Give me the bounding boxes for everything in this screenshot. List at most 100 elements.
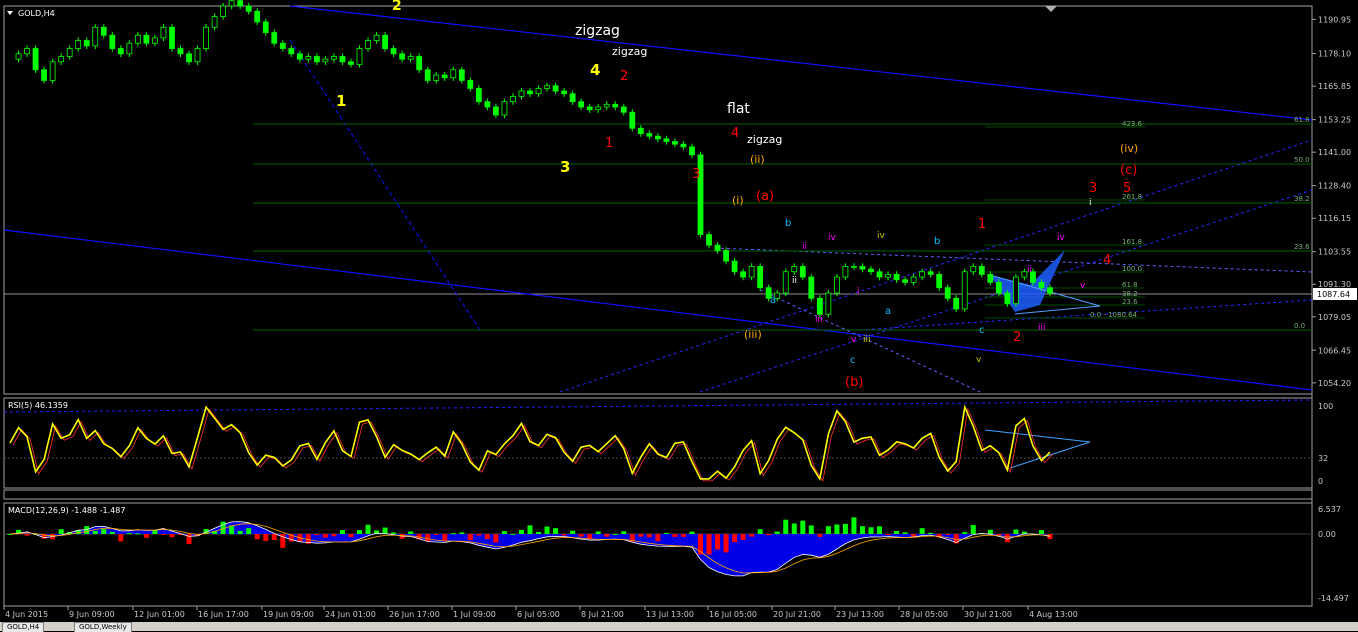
macd-histogram-bar [339,530,345,534]
wave-label: zigzag [575,23,620,39]
fib-level-label: 38.2 [1294,195,1310,203]
rsi-triangle-line-1 [1009,441,1091,469]
wave-label: iv [1057,233,1066,243]
candle-body [254,10,261,23]
current-price-label: 1087.64 [1317,290,1350,299]
macd-histogram-bar [493,534,499,543]
fib-level-label: 0.0 [1294,322,1305,330]
wave-label: (iii) [744,328,762,341]
rsi-signal-line [12,407,1054,482]
candle-body [927,271,934,275]
macd-histogram-bar [322,534,328,538]
macd-histogram-bar [621,531,627,534]
macd-histogram-bar [791,523,797,534]
x-tick-label: 13 Jul 13:00 [646,610,694,619]
candle-body [629,111,636,129]
macd-histogram-bar [919,528,925,534]
macd-histogram-bar [331,534,337,537]
macd-histogram-bar [143,534,149,538]
wave-label: (ii) [750,153,765,166]
candle-body [177,48,184,55]
macd-title: MACD(12,26,9) -1.488 -1.487 [8,506,125,515]
candle-body [169,26,175,49]
macd-histogram-bar [536,531,542,534]
x-tick-label: 4 Jun 2015 [5,610,48,619]
rsi-triangle-line-2 [984,429,1091,443]
wave-label: (a) [756,189,774,204]
wave-label: iv [877,231,886,241]
candle-body [689,146,695,156]
dotted-trend-2 [559,139,1313,393]
candle-body [186,53,192,63]
candle-body [851,266,857,268]
macd-histogram-bar [92,530,98,534]
fib-ext-label: 423.6 [1122,120,1143,128]
fib-level-label: 50.0 [1294,156,1310,164]
candle-body [595,106,602,111]
candle-body [279,42,286,49]
candle-body [24,48,30,55]
wave-label: iii [815,315,823,325]
macd-histogram-bar [732,534,738,543]
candle-body [433,74,440,81]
price-tick-label: 1103.55 [1318,248,1351,257]
wave-label: iii [863,335,871,345]
macd-histogram-bar [246,528,252,534]
macd-histogram-bar [237,530,243,534]
wave-label: ii [802,242,807,252]
macd-histogram-bar [1047,534,1053,540]
x-tick-label: 28 Jul 05:00 [900,610,948,619]
macd-histogram-bar [348,534,354,538]
price-tick-label: 1066.45 [1318,346,1351,355]
price-tick-label: 1165.85 [1318,82,1351,91]
macd-histogram-bar [868,527,874,534]
candle-body [603,103,610,108]
macd-histogram-bar [510,533,516,535]
macd-histogram-bar [467,534,473,541]
x-tick-label: 8 Jul 21:00 [581,610,624,619]
wave-label: 3 [692,167,700,182]
chart-canvas: 1190.95 1178.10 1165.85 1153.25 1141.00 1128.… [3,0,1357,619]
candle-body [816,297,823,315]
price-tick-label: 1190.95 [1318,15,1351,24]
macd-histogram-bar [1004,534,1010,543]
candle-body [117,48,124,55]
candle-body [544,85,550,89]
wave-label: 2 [620,69,628,84]
candle-body [723,250,729,262]
candle-body [339,56,346,63]
macd-histogram-bar [1013,529,1019,534]
macd-histogram-bar [271,534,277,541]
macd-histogram-bar [825,526,831,534]
candle-body [535,87,542,95]
candle-body [49,61,56,81]
macd-histogram-bar [663,532,669,534]
symbol-title: GOLD,H4 [18,9,55,18]
candle-body [953,297,960,310]
candle-body [740,271,747,278]
macd-histogram-bar [109,531,115,534]
price-tick-label: 1079.05 [1318,313,1351,322]
fib-ext-label: 161.8 [1122,238,1142,246]
rsi-tick-label: 100 [1318,402,1333,411]
macd-histogram-bar [442,534,448,541]
macd-histogram-bar [655,534,661,542]
macd-histogram-bar [553,528,559,534]
lower-channel-line [3,229,1313,391]
candle-body [620,106,627,113]
candle-body [32,48,39,71]
candle-body [842,266,849,278]
macd-histogram-bar [544,526,550,534]
macd-histogram-bar [715,534,721,550]
candle-body [390,48,397,55]
wave-label: 3 [560,158,570,176]
candle-body [203,26,209,49]
macd-histogram-bar [433,534,439,535]
candle-body [978,266,985,275]
candle-body [919,271,926,278]
wave-label: (i) [732,194,744,207]
x-tick-label: 12 Jun 01:00 [134,610,185,619]
candle-body [731,260,738,273]
macd-histogram-bar [723,534,729,553]
candle-body [211,16,218,28]
